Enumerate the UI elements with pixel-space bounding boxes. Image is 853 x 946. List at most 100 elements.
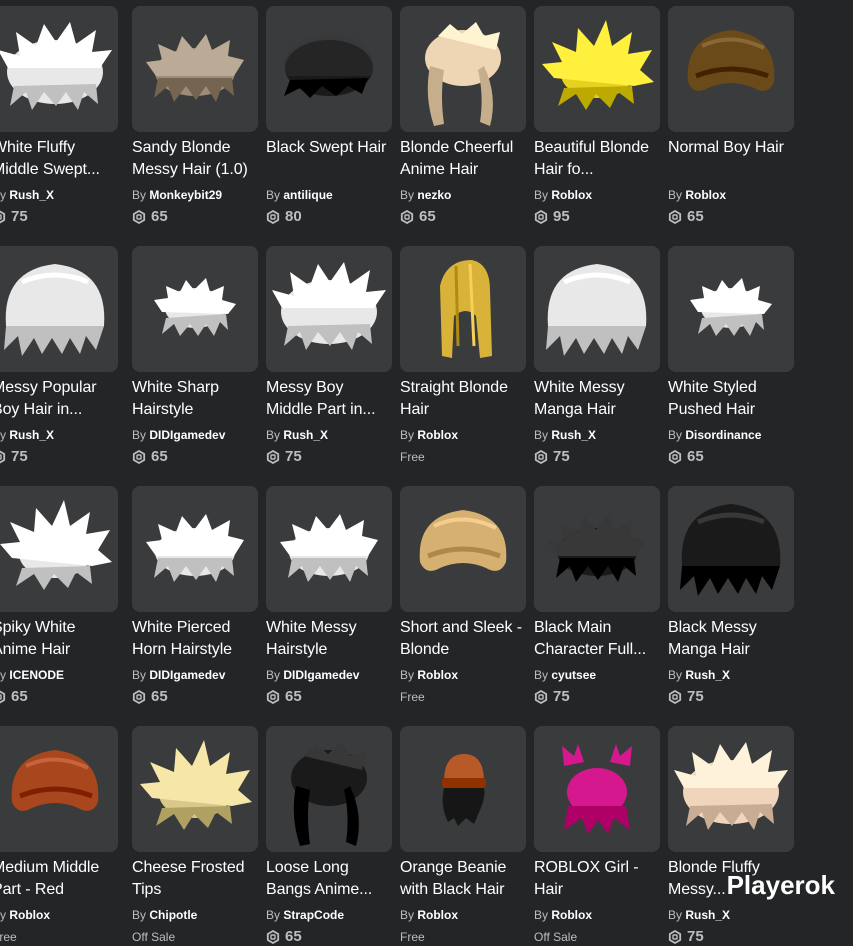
- catalog-item-card[interactable]: White Messy Manga Hair By Rush_X 75: [534, 246, 660, 466]
- item-thumbnail[interactable]: [132, 486, 258, 612]
- item-thumbnail[interactable]: [668, 726, 794, 852]
- item-creator: By Roblox: [400, 668, 526, 682]
- item-thumbnail[interactable]: [400, 726, 526, 852]
- item-thumbnail[interactable]: [132, 6, 258, 132]
- creator-link[interactable]: Rush_X: [9, 188, 54, 202]
- item-name[interactable]: Straight Blonde Hair: [400, 377, 526, 421]
- creator-prefix: By: [400, 428, 415, 442]
- item-thumbnail[interactable]: [400, 486, 526, 612]
- item-thumbnail[interactable]: [400, 6, 526, 132]
- creator-link[interactable]: ICENODE: [9, 668, 64, 682]
- catalog-item-card[interactable]: Beautiful Blonde Hair fo... By Roblox 95: [534, 6, 660, 226]
- item-thumbnail[interactable]: [668, 6, 794, 132]
- creator-link[interactable]: DIDIgamedev: [149, 668, 225, 682]
- item-thumbnail[interactable]: [132, 246, 258, 372]
- catalog-item-card[interactable]: Loose Long Bangs Anime... By StrapCode 6…: [266, 726, 392, 946]
- creator-link[interactable]: Monkeybit29: [149, 188, 222, 202]
- item-name[interactable]: Messy Boy Middle Part in...: [266, 377, 392, 421]
- catalog-item-card[interactable]: Cheese Frosted Tips By Chipotle Off Sale: [132, 726, 258, 946]
- item-name[interactable]: Sandy Blonde Messy Hair (1.0): [132, 137, 258, 181]
- item-thumbnail[interactable]: [266, 726, 392, 852]
- catalog-item-card[interactable]: White Fluffy Middle Swept... By Rush_X 7…: [0, 6, 118, 226]
- item-price-text: 80: [285, 208, 302, 225]
- catalog-item-card[interactable]: Normal Boy Hair By Roblox 65: [668, 6, 794, 226]
- catalog-item-card[interactable]: Black Main Character Full... By cyutsee …: [534, 486, 660, 706]
- creator-link[interactable]: Roblox: [9, 908, 50, 922]
- item-name[interactable]: White Sharp Hairstyle: [132, 377, 258, 421]
- catalog-item-card[interactable]: Messy Popular Boy Hair in... By Rush_X 7…: [0, 246, 118, 466]
- item-thumbnail[interactable]: [0, 6, 118, 132]
- item-thumbnail[interactable]: [534, 486, 660, 612]
- catalog-item-card[interactable]: Blonde Cheerful Anime Hair By nezko 65: [400, 6, 526, 226]
- catalog-item-card[interactable]: White Styled Pushed Hair By Disordinance…: [668, 246, 794, 466]
- item-thumbnail[interactable]: [266, 246, 392, 372]
- item-thumbnail[interactable]: [668, 246, 794, 372]
- item-name[interactable]: Orange Beanie with Black Hair: [400, 857, 526, 901]
- creator-link[interactable]: antilique: [283, 188, 332, 202]
- creator-link[interactable]: nezko: [417, 188, 451, 202]
- creator-link[interactable]: Chipotle: [149, 908, 197, 922]
- creator-link[interactable]: Disordinance: [685, 428, 761, 442]
- catalog-item-card[interactable]: White Sharp Hairstyle By DIDIgamedev 65: [132, 246, 258, 466]
- creator-link[interactable]: Roblox: [551, 188, 592, 202]
- item-name[interactable]: Black Swept Hair: [266, 137, 392, 181]
- item-name[interactable]: Normal Boy Hair: [668, 137, 794, 181]
- catalog-item-card[interactable]: Short and Sleek - Blonde By Roblox Free: [400, 486, 526, 706]
- item-thumbnail[interactable]: [266, 486, 392, 612]
- item-name[interactable]: Medium Middle Part - Red: [0, 857, 118, 901]
- creator-link[interactable]: StrapCode: [283, 908, 344, 922]
- item-creator: By StrapCode: [266, 908, 392, 922]
- item-name[interactable]: Beautiful Blonde Hair fo...: [534, 137, 660, 181]
- catalog-item-card[interactable]: Orange Beanie with Black Hair By Roblox …: [400, 726, 526, 946]
- creator-link[interactable]: Roblox: [417, 428, 458, 442]
- creator-link[interactable]: Roblox: [417, 668, 458, 682]
- item-name[interactable]: Cheese Frosted Tips: [132, 857, 258, 901]
- creator-link[interactable]: Rush_X: [685, 908, 730, 922]
- item-thumbnail[interactable]: [400, 246, 526, 372]
- robux-icon: [0, 450, 6, 464]
- item-name[interactable]: Spiky White Anime Hair: [0, 617, 118, 661]
- item-thumbnail[interactable]: [132, 726, 258, 852]
- creator-link[interactable]: DIDIgamedev: [283, 668, 359, 682]
- creator-link[interactable]: cyutsee: [551, 668, 596, 682]
- item-thumbnail[interactable]: [0, 246, 118, 372]
- item-thumbnail[interactable]: [668, 486, 794, 612]
- catalog-item-card[interactable]: Blonde Fluffy Messy... By Rush_X 75: [668, 726, 794, 946]
- item-name[interactable]: Black Main Character Full...: [534, 617, 660, 661]
- item-thumbnail[interactable]: [534, 246, 660, 372]
- creator-link[interactable]: Rush_X: [9, 428, 54, 442]
- creator-link[interactable]: Roblox: [551, 908, 592, 922]
- item-thumbnail[interactable]: [266, 6, 392, 132]
- catalog-item-card[interactable]: Straight Blonde Hair By Roblox Free: [400, 246, 526, 466]
- item-name[interactable]: Short and Sleek - Blonde: [400, 617, 526, 661]
- creator-link[interactable]: Rush_X: [551, 428, 596, 442]
- catalog-item-card[interactable]: Black Swept Hair By antilique 80: [266, 6, 392, 226]
- catalog-item-card[interactable]: White Messy Hairstyle By DIDIgamedev 65: [266, 486, 392, 706]
- item-name[interactable]: White Messy Hairstyle: [266, 617, 392, 661]
- catalog-item-card[interactable]: White Pierced Horn Hairstyle By DIDIgame…: [132, 486, 258, 706]
- item-name[interactable]: White Pierced Horn Hairstyle: [132, 617, 258, 661]
- creator-link[interactable]: Rush_X: [283, 428, 328, 442]
- item-thumbnail[interactable]: [534, 6, 660, 132]
- item-name[interactable]: White Fluffy Middle Swept...: [0, 137, 118, 181]
- item-name[interactable]: Black Messy Manga Hair: [668, 617, 794, 661]
- item-name[interactable]: White Styled Pushed Hair: [668, 377, 794, 421]
- item-name[interactable]: ROBLOX Girl - Hair: [534, 857, 660, 901]
- item-name[interactable]: Loose Long Bangs Anime...: [266, 857, 392, 901]
- item-name[interactable]: White Messy Manga Hair: [534, 377, 660, 421]
- catalog-item-card[interactable]: Black Messy Manga Hair By Rush_X 75: [668, 486, 794, 706]
- item-name[interactable]: Messy Popular Boy Hair in...: [0, 377, 118, 421]
- item-thumbnail[interactable]: [0, 486, 118, 612]
- item-thumbnail[interactable]: [534, 726, 660, 852]
- item-name[interactable]: Blonde Cheerful Anime Hair: [400, 137, 526, 181]
- creator-link[interactable]: Roblox: [417, 908, 458, 922]
- creator-link[interactable]: Roblox: [685, 188, 726, 202]
- catalog-item-card[interactable]: Messy Boy Middle Part in... By Rush_X 75: [266, 246, 392, 466]
- creator-link[interactable]: Rush_X: [685, 668, 730, 682]
- catalog-item-card[interactable]: Sandy Blonde Messy Hair (1.0) By Monkeyb…: [132, 6, 258, 226]
- item-thumbnail[interactable]: [0, 726, 118, 852]
- catalog-item-card[interactable]: ROBLOX Girl - Hair By Roblox Off Sale: [534, 726, 660, 946]
- catalog-item-card[interactable]: Medium Middle Part - Red By Roblox Free: [0, 726, 118, 946]
- creator-link[interactable]: DIDIgamedev: [149, 428, 225, 442]
- catalog-item-card[interactable]: Spiky White Anime Hair By ICENODE 65: [0, 486, 118, 706]
